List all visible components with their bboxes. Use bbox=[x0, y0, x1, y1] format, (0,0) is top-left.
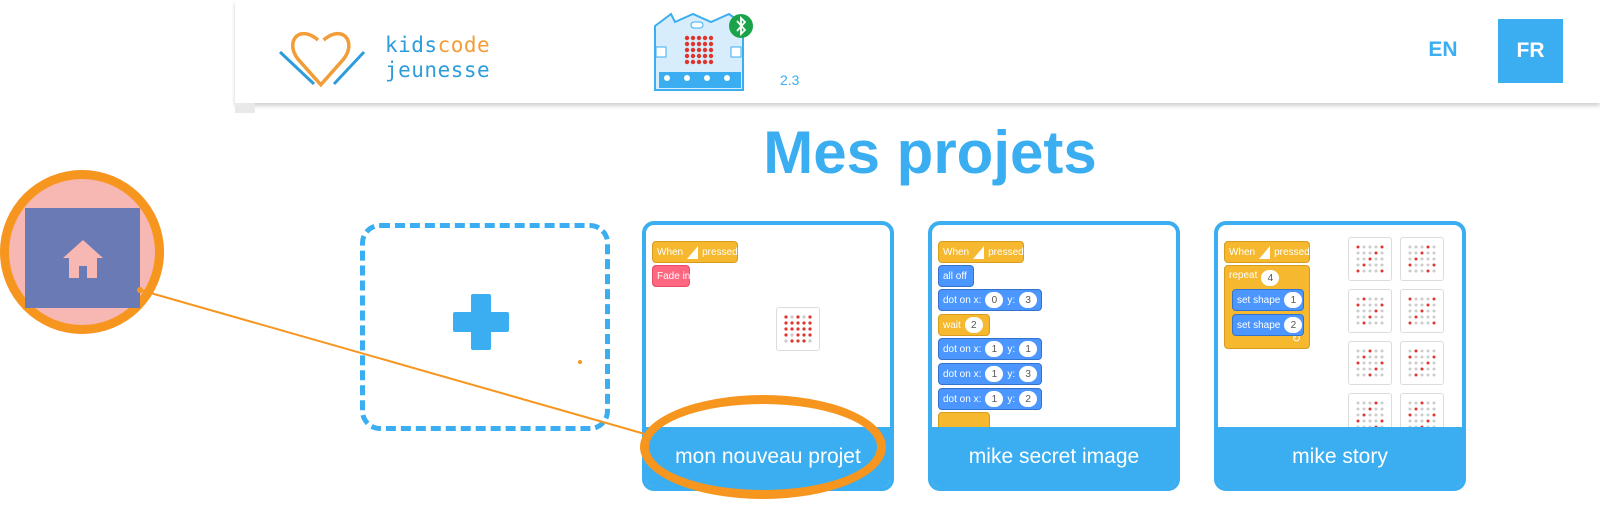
block-text: When bbox=[943, 246, 970, 258]
plus-icon bbox=[453, 294, 509, 350]
shape-grid-thumbnail bbox=[1400, 341, 1444, 385]
x-input[interactable]: 1 bbox=[985, 391, 1004, 407]
y-input[interactable]: 3 bbox=[1019, 366, 1038, 382]
block-text: y: bbox=[1007, 393, 1016, 405]
header-gap bbox=[235, 103, 255, 113]
block-text: y: bbox=[1007, 368, 1016, 380]
set-shape-block[interactable]: set shape 2 bbox=[1232, 314, 1304, 336]
dot-on-block[interactable]: dot on x: 1 y: 1 bbox=[938, 338, 1042, 360]
logo-code: code bbox=[437, 33, 491, 57]
dot-on-block[interactable]: dot on x: 1 y: 3 bbox=[938, 363, 1042, 385]
block-text: dot on x: bbox=[943, 393, 982, 405]
x-input[interactable]: 1 bbox=[985, 366, 1004, 382]
language-en-button[interactable]: EN bbox=[1423, 38, 1463, 62]
when-pressed-block[interactable]: When pressed bbox=[1224, 241, 1310, 263]
project-card-mon-nouveau-projet[interactable]: When pressed Fade in mon nouveau projet bbox=[642, 221, 894, 491]
block-text: dot on x: bbox=[943, 368, 982, 380]
button-shape-icon bbox=[687, 245, 699, 259]
block-text: Fade in bbox=[657, 270, 691, 282]
x-input[interactable]: 0 bbox=[985, 292, 1004, 308]
block-text: pressed bbox=[702, 246, 738, 258]
project-name: mike story bbox=[1218, 427, 1462, 487]
led-grid-icon bbox=[784, 315, 812, 343]
heart-logo-icon bbox=[278, 32, 366, 88]
block-text: pressed bbox=[988, 246, 1024, 258]
shape-input[interactable]: 2 bbox=[1284, 317, 1303, 333]
shape-input[interactable]: 1 bbox=[1284, 292, 1303, 308]
home-icon bbox=[62, 240, 103, 278]
block-text: y: bbox=[1007, 294, 1016, 306]
project-name: mon nouveau projet bbox=[646, 427, 890, 487]
block-text: dot on x: bbox=[943, 294, 982, 306]
logo-wordmark: kidscode jeunesse bbox=[385, 33, 490, 83]
block-text: dot on x: bbox=[943, 343, 982, 355]
cursor-dot bbox=[578, 360, 582, 364]
home-button[interactable] bbox=[25, 208, 140, 308]
set-shape-block[interactable]: set shape 1 bbox=[1232, 289, 1304, 311]
block-text: repeat bbox=[1229, 270, 1258, 281]
shape-grid-thumbnail bbox=[1348, 289, 1392, 333]
shape-grid-thumbnail bbox=[1400, 237, 1444, 281]
y-input[interactable]: 1 bbox=[1019, 341, 1038, 357]
shape-grid-thumbnail bbox=[1348, 237, 1392, 281]
shape-grid-thumbnail bbox=[1400, 289, 1444, 333]
when-pressed-block[interactable]: When pressed bbox=[938, 241, 1024, 263]
block-text: When bbox=[1229, 246, 1256, 258]
repeat-input[interactable]: 4 bbox=[1261, 270, 1280, 286]
project-name: mike secret image bbox=[932, 427, 1176, 487]
button-shape-icon bbox=[1259, 245, 1271, 259]
project-card-mike-secret-image[interactable]: When pressed all off dot on x: 0 y: 3 wait 2 … bbox=[928, 221, 1180, 491]
block-text: pressed bbox=[1274, 246, 1310, 258]
button-shape-icon bbox=[973, 245, 985, 259]
block-text: set shape bbox=[1237, 294, 1281, 306]
dot-on-block[interactable]: dot on x: 0 y: 3 bbox=[938, 289, 1042, 311]
wait-block[interactable]: wait 2 bbox=[938, 314, 990, 336]
led-grid-preview bbox=[776, 307, 820, 351]
project-card-mike-story[interactable]: When pressed repeat 4 ↻ set shape 1 set sha… bbox=[1214, 221, 1466, 491]
all-off-block[interactable]: all off bbox=[938, 265, 974, 287]
wait-input[interactable]: 2 bbox=[964, 317, 983, 333]
fade-in-block[interactable]: Fade in bbox=[652, 265, 690, 287]
logo-kids: kids bbox=[385, 33, 438, 57]
dot-on-block[interactable]: dot on x: 1 y: 2 bbox=[938, 388, 1042, 410]
block-text: all off bbox=[943, 270, 967, 282]
block-text: wait bbox=[943, 319, 961, 331]
logo-jeunesse: jeunesse bbox=[385, 58, 491, 82]
shape-grid-thumbnail bbox=[1348, 341, 1392, 385]
block-text: y: bbox=[1007, 343, 1016, 355]
block-text: When bbox=[657, 246, 684, 258]
new-project-button[interactable] bbox=[360, 223, 610, 431]
app-version: 2.3 bbox=[780, 72, 800, 88]
microbit-board-icon bbox=[654, 12, 753, 91]
block-text: set shape bbox=[1237, 319, 1281, 331]
x-input[interactable]: 1 bbox=[985, 341, 1004, 357]
y-input[interactable]: 3 bbox=[1019, 292, 1038, 308]
y-input[interactable]: 2 bbox=[1019, 391, 1038, 407]
when-pressed-block[interactable]: When pressed bbox=[652, 241, 738, 263]
language-fr-button[interactable]: FR bbox=[1498, 19, 1563, 83]
page-title: Mes projets bbox=[763, 119, 1097, 186]
